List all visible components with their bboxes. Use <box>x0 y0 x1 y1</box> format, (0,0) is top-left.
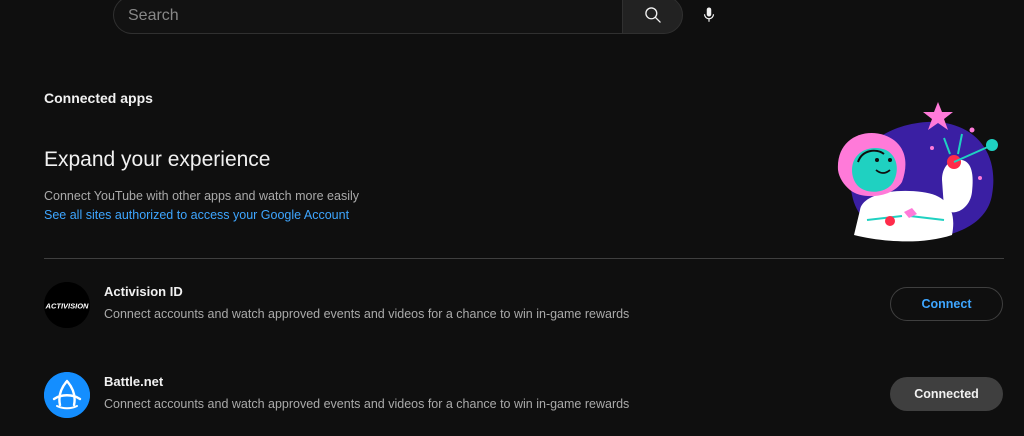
voice-search-button[interactable] <box>690 0 728 34</box>
app-row-activision: ACTIVISION Activision ID Connect account… <box>44 279 1004 329</box>
app-row-battlenet: Battle.net Connect accounts and watch ap… <box>44 369 1004 419</box>
app-description: Connect accounts and watch approved even… <box>104 397 630 411</box>
authorized-sites-link[interactable]: See all sites authorized to access your … <box>44 208 349 222</box>
microphone-icon <box>703 7 715 22</box>
search-button[interactable] <box>622 0 683 34</box>
activision-logo: ACTIVISION <box>44 282 90 328</box>
search-input[interactable] <box>128 5 598 27</box>
search-icon <box>644 7 661 23</box>
section-heading: Connected apps <box>44 90 153 106</box>
top-bar <box>0 0 1024 36</box>
connect-button[interactable]: Connect <box>890 287 1003 321</box>
hero-title: Expand your experience <box>44 148 271 171</box>
app-name: Activision ID <box>104 284 183 299</box>
battlenet-logo-mark <box>44 372 90 418</box>
section-divider <box>44 258 1004 259</box>
battlenet-logo <box>44 372 90 418</box>
app-name: Battle.net <box>104 374 164 389</box>
connected-apps-illustration <box>837 102 998 242</box>
connected-button[interactable]: Connected <box>890 377 1003 411</box>
activision-logo-mark: ACTIVISION <box>44 282 90 328</box>
app-description: Connect accounts and watch approved even… <box>104 307 630 321</box>
svg-text:ACTIVISION: ACTIVISION <box>45 302 90 311</box>
search-box[interactable] <box>113 0 622 34</box>
hero-subtitle: Connect YouTube with other apps and watc… <box>44 189 360 203</box>
